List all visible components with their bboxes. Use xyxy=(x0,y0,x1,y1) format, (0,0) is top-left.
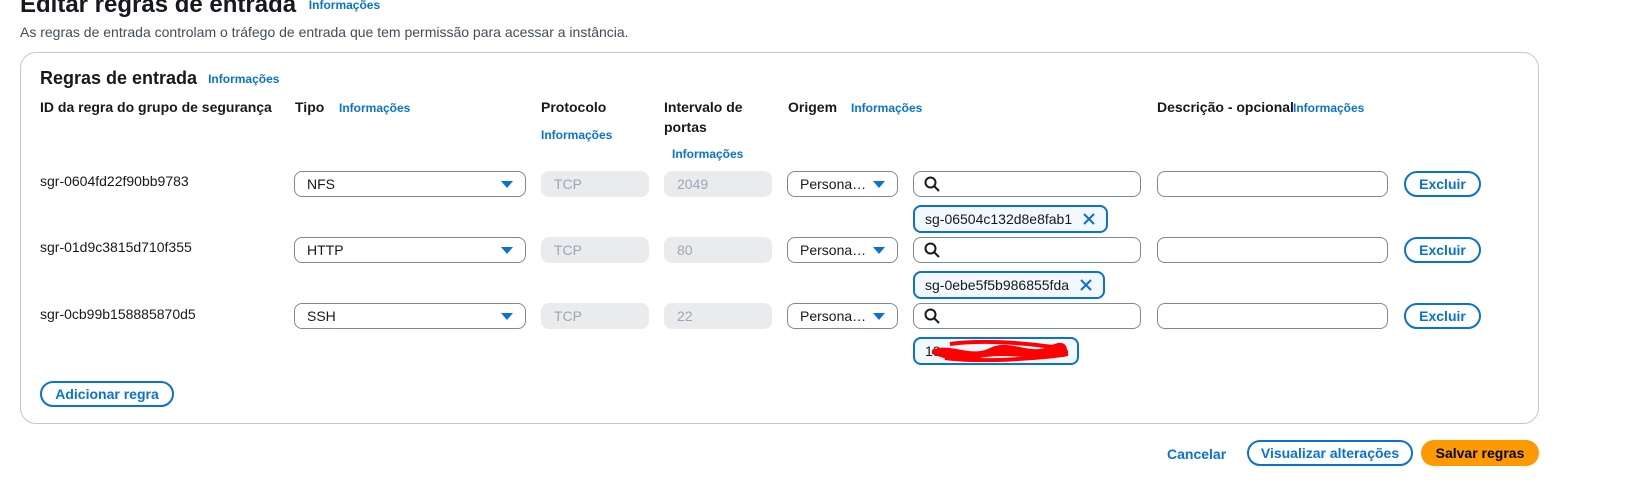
source-search-input[interactable] xyxy=(913,171,1141,197)
caret-down-icon xyxy=(873,180,885,188)
description-input[interactable] xyxy=(1157,237,1388,263)
port-range-field: 80 xyxy=(664,237,772,263)
column-header-rule-id: ID da regra do grupo de segurança xyxy=(40,99,272,115)
page-description: As regras de entrada controlam o tráfego… xyxy=(20,24,629,40)
caret-down-icon xyxy=(501,312,513,320)
preview-changes-button[interactable]: Visualizar alterações xyxy=(1247,440,1413,466)
source-token: sg-06504c132d8e8fab1 xyxy=(913,205,1109,233)
source-token-label: sg-0ebe5f5b986855fda xyxy=(925,277,1070,293)
search-icon xyxy=(924,242,940,258)
description-input[interactable] xyxy=(1157,171,1388,197)
type-select[interactable]: HTTP xyxy=(294,237,526,263)
type-select-value: NFS xyxy=(307,176,335,192)
type-select[interactable]: NFS xyxy=(294,171,526,197)
panel-title-text: Regras de entrada xyxy=(40,68,198,88)
source-type-value: Persona… xyxy=(800,176,867,192)
panel-title: Regras de entrada Informações xyxy=(40,68,279,89)
source-type-select[interactable]: Persona… xyxy=(787,303,898,329)
port-range-field: 22 xyxy=(664,303,772,329)
protocol-field: TCP xyxy=(541,303,649,329)
panel-title-info-link[interactable]: Informações xyxy=(208,72,279,86)
caret-down-icon xyxy=(873,246,885,254)
page-title-info-link[interactable]: Informações xyxy=(309,0,380,12)
port-range-field: 2049 xyxy=(664,171,772,197)
column-header-port-range-line1: Intervalo de xyxy=(664,99,743,115)
column-type-info-link[interactable]: Informações xyxy=(339,101,410,115)
page-title: Editar regras de entrada Informações xyxy=(20,0,380,19)
search-icon xyxy=(924,308,940,324)
description-input[interactable] xyxy=(1157,303,1388,329)
source-type-value: Persona… xyxy=(800,242,867,258)
source-search-input[interactable] xyxy=(913,237,1141,263)
rule-id: sgr-0cb99b158885870d5 xyxy=(40,306,196,322)
delete-rule-button[interactable]: Excluir xyxy=(1404,237,1481,263)
close-icon[interactable] xyxy=(1079,278,1093,292)
column-protocol-info-link[interactable]: Informações xyxy=(541,128,612,142)
rule-id: sgr-0604fd22f90bb9783 xyxy=(40,173,189,189)
delete-rule-button[interactable]: Excluir xyxy=(1404,303,1481,329)
protocol-field: TCP xyxy=(541,171,649,197)
delete-rule-button[interactable]: Excluir xyxy=(1404,171,1481,197)
column-header-description: Descrição - opcional xyxy=(1157,99,1294,115)
search-icon xyxy=(924,176,940,192)
type-select[interactable]: SSH xyxy=(294,303,526,329)
type-select-value: SSH xyxy=(307,308,336,324)
caret-down-icon xyxy=(501,246,513,254)
add-rule-button[interactable]: Adicionar regra xyxy=(40,381,174,407)
source-type-select[interactable]: Persona… xyxy=(787,237,898,263)
cancel-button[interactable]: Cancelar xyxy=(1167,446,1226,462)
close-icon[interactable] xyxy=(1082,212,1096,226)
column-header-port-range-line2: portas xyxy=(664,119,707,135)
source-search-input[interactable] xyxy=(913,303,1141,329)
source-token: sg-0ebe5f5b986855fda xyxy=(913,271,1106,299)
rule-id: sgr-01d9c3815d710f355 xyxy=(40,239,192,255)
column-port-range-info-link[interactable]: Informações xyxy=(672,147,743,161)
column-description-info-link[interactable]: Informações xyxy=(1293,101,1364,115)
redaction-scribble xyxy=(932,340,1068,362)
caret-down-icon xyxy=(873,312,885,320)
protocol-field: TCP xyxy=(541,237,649,263)
caret-down-icon xyxy=(501,180,513,188)
source-type-select[interactable]: Persona… xyxy=(787,171,898,197)
column-header-source: Origem xyxy=(788,99,838,115)
column-header-type: Tipo xyxy=(295,99,325,115)
source-token-label: sg-06504c132d8e8fab1 xyxy=(925,211,1073,227)
column-header-protocol: Protocolo xyxy=(541,99,607,115)
save-rules-button[interactable]: Salvar regras xyxy=(1421,440,1539,466)
column-source-info-link[interactable]: Informações xyxy=(851,101,922,115)
type-select-value: HTTP xyxy=(307,242,344,258)
page-title-text: Editar regras de entrada xyxy=(20,0,297,18)
source-type-value: Persona… xyxy=(800,308,867,324)
